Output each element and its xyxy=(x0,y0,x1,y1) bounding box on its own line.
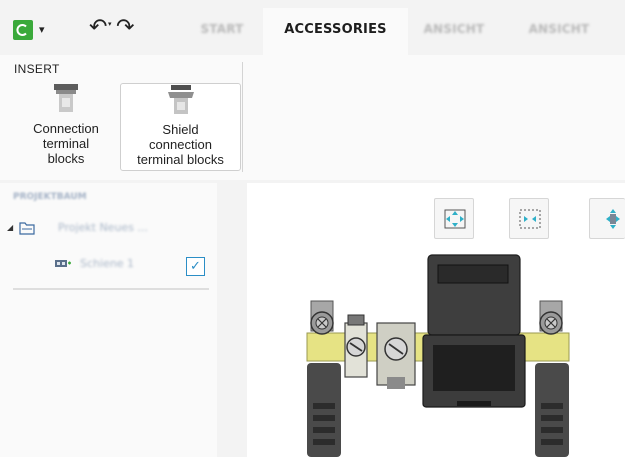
rail-icon xyxy=(55,260,71,267)
tree-item-rail[interactable]: Schiene 1 xyxy=(80,257,134,270)
tab-accessories[interactable]: ACCESSORIES xyxy=(263,8,408,55)
fit-view-icon xyxy=(444,209,466,229)
ribbon-group-divider xyxy=(242,62,243,172)
connection-terminal-blocks-button[interactable]: Connection terminal blocks xyxy=(16,83,116,171)
rail-visibility-checkbox[interactable]: ✓ xyxy=(186,257,205,276)
fit-view-button[interactable] xyxy=(434,198,474,239)
button-label-line: terminal blocks xyxy=(137,152,224,167)
button-label-line: Connection xyxy=(33,121,99,136)
tree-divider xyxy=(13,288,209,290)
tree-expand-icon[interactable]: ◢ xyxy=(7,223,13,232)
shield-connection-terminal-block-icon xyxy=(167,85,194,114)
button-label-line: blocks xyxy=(47,151,85,166)
app-logo-icon xyxy=(13,20,33,40)
folder-icon xyxy=(19,222,35,235)
zoom-extents-icon xyxy=(519,209,541,229)
quick-access-toolbar: ▾ ↶ ▾ ↷ START ACCESSORIES ANSICHT ANSICH… xyxy=(0,0,625,55)
3d-viewport[interactable] xyxy=(247,183,625,457)
button-label-line: terminal xyxy=(42,136,90,151)
project-tree-title: PROJEKTBAUM xyxy=(13,192,87,202)
shield-connection-terminal-blocks-button[interactable]: Shield connection terminal blocks xyxy=(120,83,241,171)
app-menu-button[interactable]: ▾ xyxy=(13,20,51,42)
redo-icon[interactable]: ↷ xyxy=(116,17,134,39)
button-label-line: connection xyxy=(149,137,212,152)
connection-terminal-block-icon xyxy=(54,84,78,112)
tree-item-project[interactable]: Projekt Neues ... xyxy=(58,221,148,234)
tab-ansicht[interactable]: ANSICHT xyxy=(408,8,500,55)
undo-icon[interactable]: ↶ xyxy=(89,17,107,39)
button-label-line: Shield xyxy=(162,122,199,137)
chevron-down-icon: ▾ xyxy=(39,23,45,36)
tab-ansicht-2[interactable]: ANSICHT xyxy=(500,8,618,55)
insert-group: INSERT Connection terminal blocks Shield… xyxy=(8,55,241,175)
terminal-rail-model xyxy=(306,254,570,457)
project-tree-panel: PROJEKTBAUM ◢ Projekt Neues ... Schiene … xyxy=(0,183,217,457)
explode-icon xyxy=(606,209,620,229)
ribbon: INSERT Connection terminal blocks Shield… xyxy=(0,55,625,180)
tab-start[interactable]: START xyxy=(186,8,258,55)
explode-view-button[interactable] xyxy=(589,198,625,239)
zoom-extents-button[interactable] xyxy=(509,198,549,239)
undo-dropdown-icon[interactable]: ▾ xyxy=(108,20,112,28)
insert-group-title: INSERT xyxy=(14,62,60,76)
